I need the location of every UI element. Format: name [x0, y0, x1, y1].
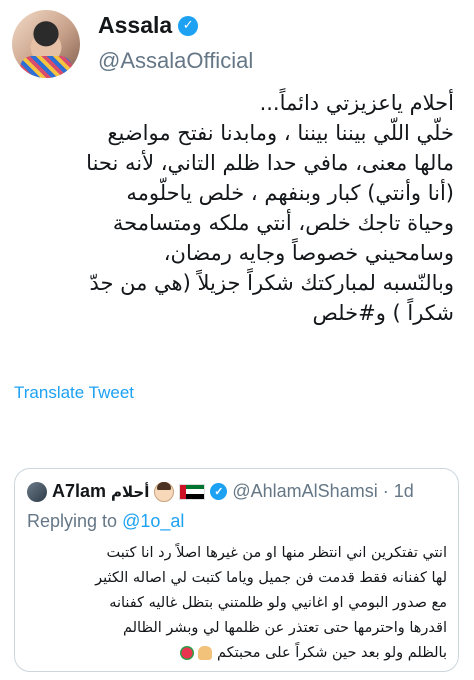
tweet-line: أحلام ياعزيزتي دائماً... — [259, 91, 454, 115]
separator-dot: · — [382, 481, 389, 501]
verified-badge-icon: ✓ — [178, 15, 199, 36]
uae-flag-icon — [179, 483, 206, 500]
author-avatar[interactable] — [12, 10, 80, 78]
tweet-text: أحلام ياعزيزتي دائماً... خلّي اللّي بينن… — [18, 88, 454, 328]
tweet-line: (أنا وأنتي) كبار وبنفهم ، خلص ياحلّومه — [126, 181, 454, 205]
folded-hands-icon — [198, 646, 213, 660]
quoted-verified-badge-icon: ✓ — [210, 483, 228, 500]
quoted-author-arabic-name: أحلام — [111, 482, 150, 501]
tweet-header: Assala ✓ @AssalaOfficial — [12, 10, 462, 80]
tweet-line: وبالنّسبه لمباركتك شكراً جزيلاً (هي من ج… — [89, 271, 454, 295]
quoted-line: مع صدور البومي او اغانيي ولو ظلمتني بتظل… — [109, 595, 447, 611]
tweet-line: وحياة تاجك خلص، أنتي ملكه ومتسامحة — [112, 211, 454, 235]
quoted-author-avatar[interactable] — [27, 481, 47, 502]
quoted-timestamp[interactable]: 1d — [394, 481, 414, 502]
avatar-outfit — [20, 56, 72, 78]
author-display-name[interactable]: Assala — [98, 12, 172, 39]
quoted-line: لها كفنانه فقط قدمت فن جميل وياما كتبت ل… — [95, 570, 447, 586]
tweet-line: وسامحيني خصوصاً وجايه رمضان، — [163, 241, 454, 265]
quoted-author-handle[interactable]: @AhlamAlShamsi — [232, 481, 377, 502]
author-name-row: Assala ✓ — [98, 12, 199, 39]
quoted-line: اقدرها واحترمها حتى تعتذر عن ظلمها لي وب… — [122, 620, 447, 636]
tweet-line: خلّي اللّي بيننا بيننا ، ومابدنا نفتح مو… — [107, 121, 454, 145]
quoted-line-text: بالظلم ولو بعد حين شكراً على محبتكم — [216, 645, 447, 661]
tweet-line: مالها معنى، مافي حدا ظلم التاني، لأنه نح… — [86, 151, 454, 175]
replying-to-line: Replying to @1o_al — [27, 511, 184, 532]
emoji-group — [180, 646, 213, 660]
replying-to-handle-link[interactable]: @1o_al — [122, 511, 184, 531]
rose-icon — [180, 646, 195, 660]
tweet-line: شكراً ) و#خلص — [312, 301, 454, 325]
quoted-tweet-header: A7lam أحلام ✓ @AhlamAlShamsi · 1d — [27, 481, 414, 502]
quoted-tweet-card[interactable]: A7lam أحلام ✓ @AhlamAlShamsi · 1d Replyi… — [14, 468, 459, 672]
quoted-tweet-text: انتي تفتكرين اني انتظر منها او من غيرها … — [27, 541, 447, 666]
quoted-line: انتي تفتكرين اني انتظر منها او من غيرها … — [106, 545, 447, 561]
author-handle[interactable]: @AssalaOfficial — [98, 48, 253, 74]
replying-to-label: Replying to — [27, 511, 118, 531]
translate-tweet-link[interactable]: Translate Tweet — [14, 383, 134, 403]
woman-emoji-icon — [154, 481, 175, 502]
quoted-line-last: بالظلم ولو بعد حين شكراً على محبتكم — [27, 641, 447, 666]
quoted-author-name[interactable]: A7lam — [52, 481, 106, 502]
